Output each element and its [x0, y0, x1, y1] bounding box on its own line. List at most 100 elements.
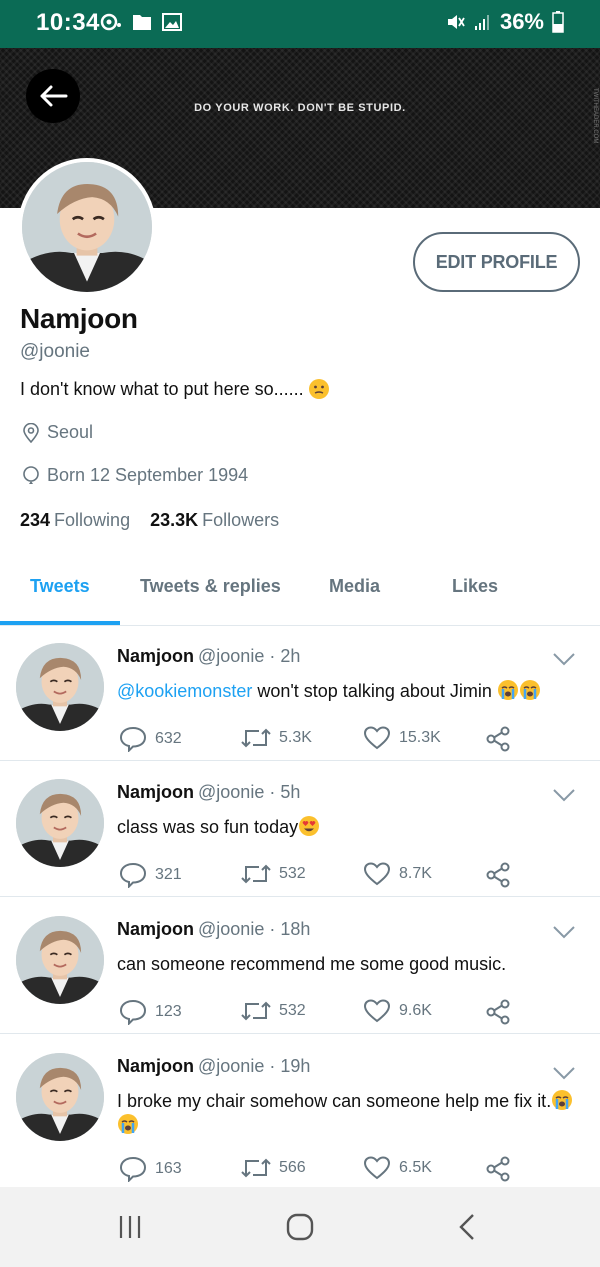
tweet-divider [0, 896, 600, 897]
tweet-item[interactable]: Namjoon @joonie · 5h class was so fun tod… [0, 779, 600, 894]
heart-icon [363, 1156, 391, 1180]
avatar-image [16, 779, 104, 867]
tab-media[interactable]: Media [329, 576, 380, 597]
reply-count: 123 [155, 1003, 182, 1020]
tweet-avatar[interactable] [16, 779, 104, 867]
back-button[interactable] [26, 69, 80, 123]
like-count: 8.7K [399, 865, 432, 882]
bio-text: I don't know what to put here so...... [20, 378, 304, 399]
share-button[interactable] [485, 999, 511, 1025]
system-nav-bar [0, 1187, 600, 1267]
tab-likes[interactable]: Likes [452, 576, 498, 597]
tweet-body: won't stop talking about Jimin [252, 681, 492, 701]
retweet-button[interactable]: 566 [241, 1156, 306, 1180]
chevron-down-icon[interactable] [552, 652, 576, 666]
tweet-body: I broke my chair somehow can someone hel… [117, 1091, 552, 1111]
image-icon [162, 13, 182, 31]
like-button[interactable]: 6.5K [363, 1156, 432, 1180]
share-button[interactable] [485, 1156, 511, 1182]
profile-location: Seoul [22, 422, 93, 443]
avatar-image [16, 916, 104, 1004]
chevron-down-icon[interactable] [552, 925, 576, 939]
notification-icon [100, 13, 121, 31]
reply-button[interactable]: 163 [119, 1156, 182, 1182]
tweet-avatar[interactable] [16, 916, 104, 1004]
tweet-item[interactable]: Namjoon @joonie · 2h @kookiemonster won't… [0, 643, 600, 758]
retweet-button[interactable]: 532 [241, 862, 306, 886]
banner-text: DO YOUR WORK. DON'T BE STUPID. [194, 102, 406, 114]
like-count: 6.5K [399, 1159, 432, 1176]
profile-avatar[interactable] [18, 158, 156, 296]
tweet-text: can someone recommend me some good music… [117, 952, 587, 976]
tweet-mention[interactable]: @kookiemonster [117, 681, 252, 701]
display-name: Namjoon [20, 303, 138, 334]
tweet-header: Namjoon @joonie · 18h [117, 919, 310, 940]
share-icon [486, 862, 510, 888]
retweet-icon [241, 864, 271, 884]
followers-label: Followers [202, 510, 280, 530]
tweet-time: · 5h [269, 782, 301, 802]
chevron-down-icon[interactable] [552, 788, 576, 802]
share-button[interactable] [485, 862, 511, 888]
tweet-handle: @joonie [198, 782, 265, 802]
loudly-crying-face-emoji [519, 680, 540, 700]
tab-tweets[interactable]: Tweets [30, 576, 90, 597]
like-count: 9.6K [399, 1002, 432, 1019]
tweet-actions: 163 566 6.5K [117, 1156, 587, 1186]
following-link[interactable]: 234 Following [20, 510, 130, 531]
loudly-crying-face-emoji [118, 1114, 138, 1134]
system-back-button[interactable] [452, 1209, 482, 1245]
retweet-icon [241, 1001, 271, 1021]
tweet-actions: 123 532 9.6K [117, 999, 587, 1029]
retweet-button[interactable]: 532 [241, 999, 306, 1023]
reply-count: 163 [155, 1160, 182, 1177]
profile-tabs: Tweets Tweets & replies Media Likes [0, 560, 600, 626]
share-icon [486, 1156, 510, 1182]
like-button[interactable]: 8.7K [363, 862, 432, 886]
tweet-author-name: Namjoon [117, 782, 195, 802]
like-button[interactable]: 15.3K [363, 726, 441, 750]
reply-button[interactable]: 321 [119, 862, 182, 888]
tweet-time: · 2h [269, 646, 301, 666]
tweet-item[interactable]: Namjoon @joonie · 19h I broke my chair so… [0, 1053, 600, 1186]
loudly-crying-face-emoji [552, 1090, 573, 1110]
status-left-icons [100, 12, 182, 32]
tabs-divider [0, 625, 600, 626]
reply-button[interactable]: 123 [119, 999, 182, 1025]
banner-credit: TWITHEADER.COM [592, 88, 598, 144]
follow-stats: 234 Following 23.3K Followers [20, 510, 279, 531]
battery-icon [552, 11, 564, 33]
reply-icon [119, 862, 147, 888]
recent-apps-icon [119, 1216, 141, 1238]
tweet-avatar[interactable] [16, 643, 104, 731]
profile-bio: I don't know what to put here so...... [20, 378, 330, 400]
tweet-body: class was so fun today [117, 817, 299, 837]
chevron-down-icon[interactable] [552, 1066, 576, 1080]
following-label: Following [54, 510, 131, 530]
recent-apps-button[interactable] [112, 1209, 148, 1245]
followers-link[interactable]: 23.3K Followers [150, 510, 279, 531]
tweet-author-name: Namjoon [117, 1056, 195, 1076]
tweet-avatar[interactable] [16, 1053, 104, 1141]
status-bar: 10:34 36% [0, 0, 600, 48]
share-button[interactable] [485, 726, 511, 752]
reply-button[interactable]: 632 [119, 726, 182, 752]
status-time: 10:34 [36, 9, 100, 36]
tab-tweets-replies[interactable]: Tweets & replies [140, 576, 281, 597]
home-button[interactable] [280, 1209, 320, 1245]
retweet-button[interactable]: 5.3K [241, 726, 312, 750]
followers-count: 23.3K [150, 510, 199, 530]
retweet-icon [241, 728, 271, 748]
tweet-body: can someone recommend me some good music… [117, 954, 507, 974]
tweet-time: · 18h [269, 919, 311, 939]
tweet-divider [0, 1033, 600, 1034]
tweet-text: @kookiemonster won't stop talking about … [117, 679, 587, 703]
tweet-text: I broke my chair somehow can someone hel… [117, 1089, 589, 1137]
loudly-crying-face-emoji [497, 680, 518, 700]
confused-face-emoji [308, 379, 329, 399]
edit-profile-button[interactable]: EDIT PROFILE [413, 232, 580, 292]
like-button[interactable]: 9.6K [363, 999, 432, 1023]
tweet-item[interactable]: Namjoon @joonie · 18h can someone recomme… [0, 916, 600, 1031]
reply-count: 632 [155, 730, 182, 747]
status-right: 36% [446, 9, 564, 35]
